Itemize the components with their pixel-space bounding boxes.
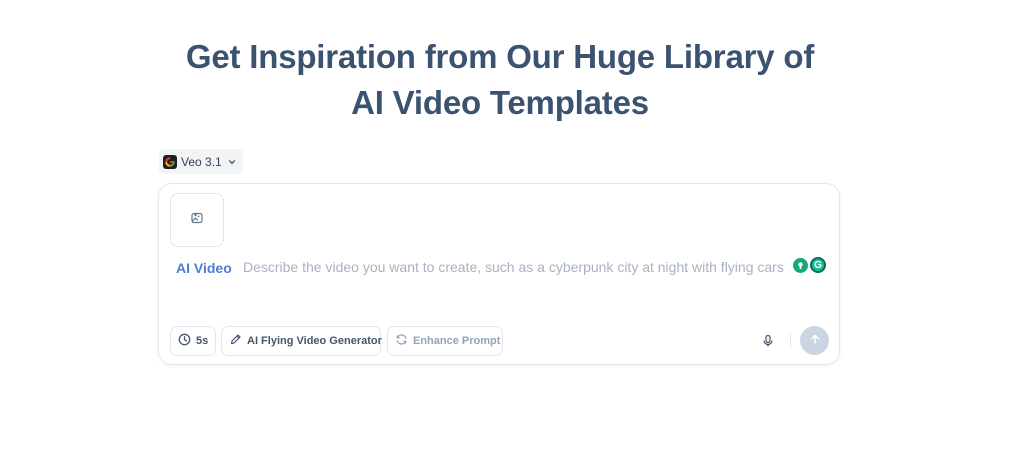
toolbar-divider [790,334,791,348]
chevron-down-icon [227,157,237,167]
duration-label: 5s [196,335,209,347]
microphone-icon[interactable] [759,332,777,350]
page-headline: Get Inspiration from Our Huge Library of… [0,34,1000,126]
refresh-icon [395,333,408,349]
browser-extension-icons: G [793,256,829,274]
enhance-prompt-button[interactable]: Enhance Prompt [387,326,503,356]
model-selector[interactable]: Veo 3.1 [159,149,243,174]
grammarly-icon[interactable]: G [810,257,826,273]
extension-badge-icon[interactable] [793,257,808,273]
send-button[interactable] [800,326,829,355]
headline-line-2: AI Video Templates [351,84,649,121]
image-plus-icon [190,211,204,230]
prompt-input[interactable] [243,256,791,278]
google-g-icon [163,154,177,169]
clock-icon [178,333,191,349]
model-selector-label: Veo 3.1 [181,154,222,169]
prompt-composer: AI Video G 5s AI Flying Vide [158,183,840,365]
pencil-icon [229,333,242,349]
image-upload-button[interactable] [170,193,224,247]
generator-label: AI Flying Video Generator [247,335,382,347]
generator-template-button[interactable]: AI Flying Video Generator [221,326,382,356]
headline-line-1: Get Inspiration from Our Huge Library of [185,38,815,75]
arrow-up-icon [809,332,821,350]
grammarly-letter: G [814,259,822,271]
enhance-label: Enhance Prompt [413,335,501,347]
duration-button[interactable]: 5s [170,326,216,356]
mode-label[interactable]: AI Video [176,260,232,276]
